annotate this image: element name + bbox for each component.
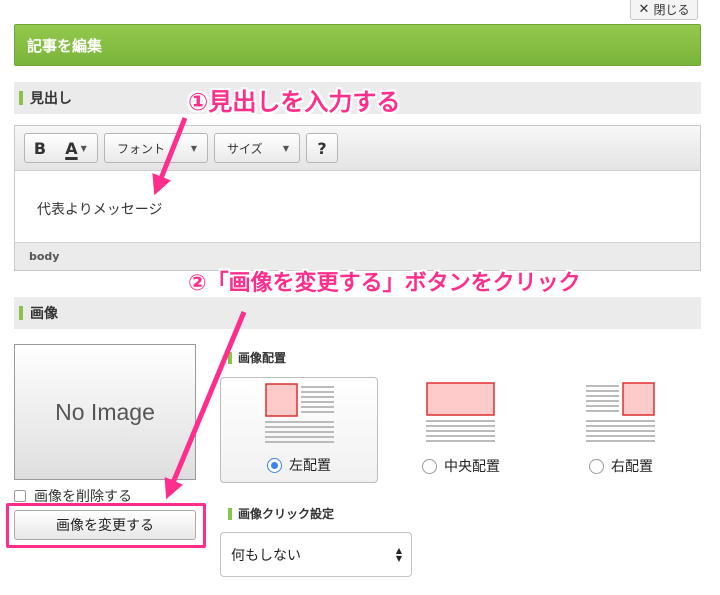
placement-radio-right[interactable] — [589, 458, 604, 474]
bold-button[interactable]: B — [25, 139, 55, 158]
close-button[interactable]: ✕ 閉じる — [630, 0, 698, 20]
placement-label-right: 右配置 — [611, 459, 653, 475]
size-dropdown-label: サイズ — [227, 141, 263, 156]
chevron-down-icon: ▼ — [282, 143, 289, 153]
close-icon: ✕ — [638, 2, 650, 17]
editor-content-area[interactable]: 代表よりメッセージ — [15, 171, 700, 242]
annotation-step-2: ②「画像を変更する」ボタンをクリック — [188, 271, 581, 296]
section-marker — [19, 91, 23, 105]
image-section-title: 画像 — [30, 306, 58, 322]
click-action-value: 何もしない — [231, 547, 301, 564]
section-marker — [228, 351, 232, 364]
text-color-icon: A — [65, 138, 78, 158]
dialog-title: 記事を編集 — [27, 36, 103, 55]
change-image-label: 画像を変更する — [56, 518, 154, 534]
placement-label-left: 左配置 — [289, 458, 331, 474]
placement-radio-left[interactable] — [267, 457, 282, 473]
chevron-down-icon: ▼ — [190, 143, 197, 153]
placement-option-center[interactable]: 中央配置 — [382, 377, 540, 483]
placement-header: 画像配置 — [228, 349, 286, 366]
size-dropdown[interactable]: サイズ ▼ — [214, 133, 300, 163]
help-icon: ? — [317, 138, 327, 158]
rich-text-editor: B A ▼ フォント ▼ サイズ ▼ ? 代表よりメッセージ body — [14, 125, 701, 271]
image-preview: No Image — [14, 344, 196, 480]
click-setting-header: 画像クリック設定 — [228, 505, 334, 522]
delete-image-checkbox[interactable] — [14, 490, 26, 502]
click-action-select[interactable]: 何もしない ▲ ▼ — [220, 532, 412, 577]
placement-option-left[interactable]: 左配置 — [220, 377, 378, 483]
section-marker — [228, 507, 232, 520]
heading-text: 代表よりメッセージ — [37, 202, 163, 218]
close-label: 閉じる — [653, 3, 690, 17]
image-section-header: 画像 — [14, 297, 701, 329]
placement-title: 画像配置 — [238, 351, 287, 365]
placement-radio-row: 左配置 — [221, 455, 377, 475]
annotation-step-1: ①見出しを入力する — [188, 88, 401, 116]
placement-radio-row: 中央配置 — [382, 456, 540, 476]
help-button[interactable]: ? — [306, 133, 338, 163]
select-arrows-icon: ▲ ▼ — [395, 545, 402, 563]
placement-radio-row: 右配置 — [542, 456, 700, 476]
format-button-group: B A ▼ — [24, 133, 98, 163]
change-image-button[interactable]: 画像を変更する — [14, 510, 196, 540]
heading-section-title: 見出し — [30, 91, 72, 107]
dialog-title-bar: 記事を編集 — [14, 24, 701, 66]
placement-label-center: 中央配置 — [444, 459, 500, 475]
text-color-button[interactable]: A ▼ — [55, 139, 97, 158]
element-path: body — [29, 250, 60, 263]
editor-toolbar: B A ▼ フォント ▼ サイズ ▼ ? — [15, 126, 700, 171]
chevron-down-icon: ▼ — [80, 143, 87, 153]
click-setting-title: 画像クリック設定 — [238, 507, 335, 521]
placement-option-right[interactable]: 右配置 — [542, 377, 700, 483]
font-dropdown[interactable]: フォント ▼ — [104, 133, 208, 163]
font-dropdown-label: フォント — [117, 141, 166, 156]
no-image-placeholder: No Image — [55, 398, 155, 425]
section-marker — [19, 306, 23, 320]
placement-radio-center[interactable] — [422, 458, 437, 474]
